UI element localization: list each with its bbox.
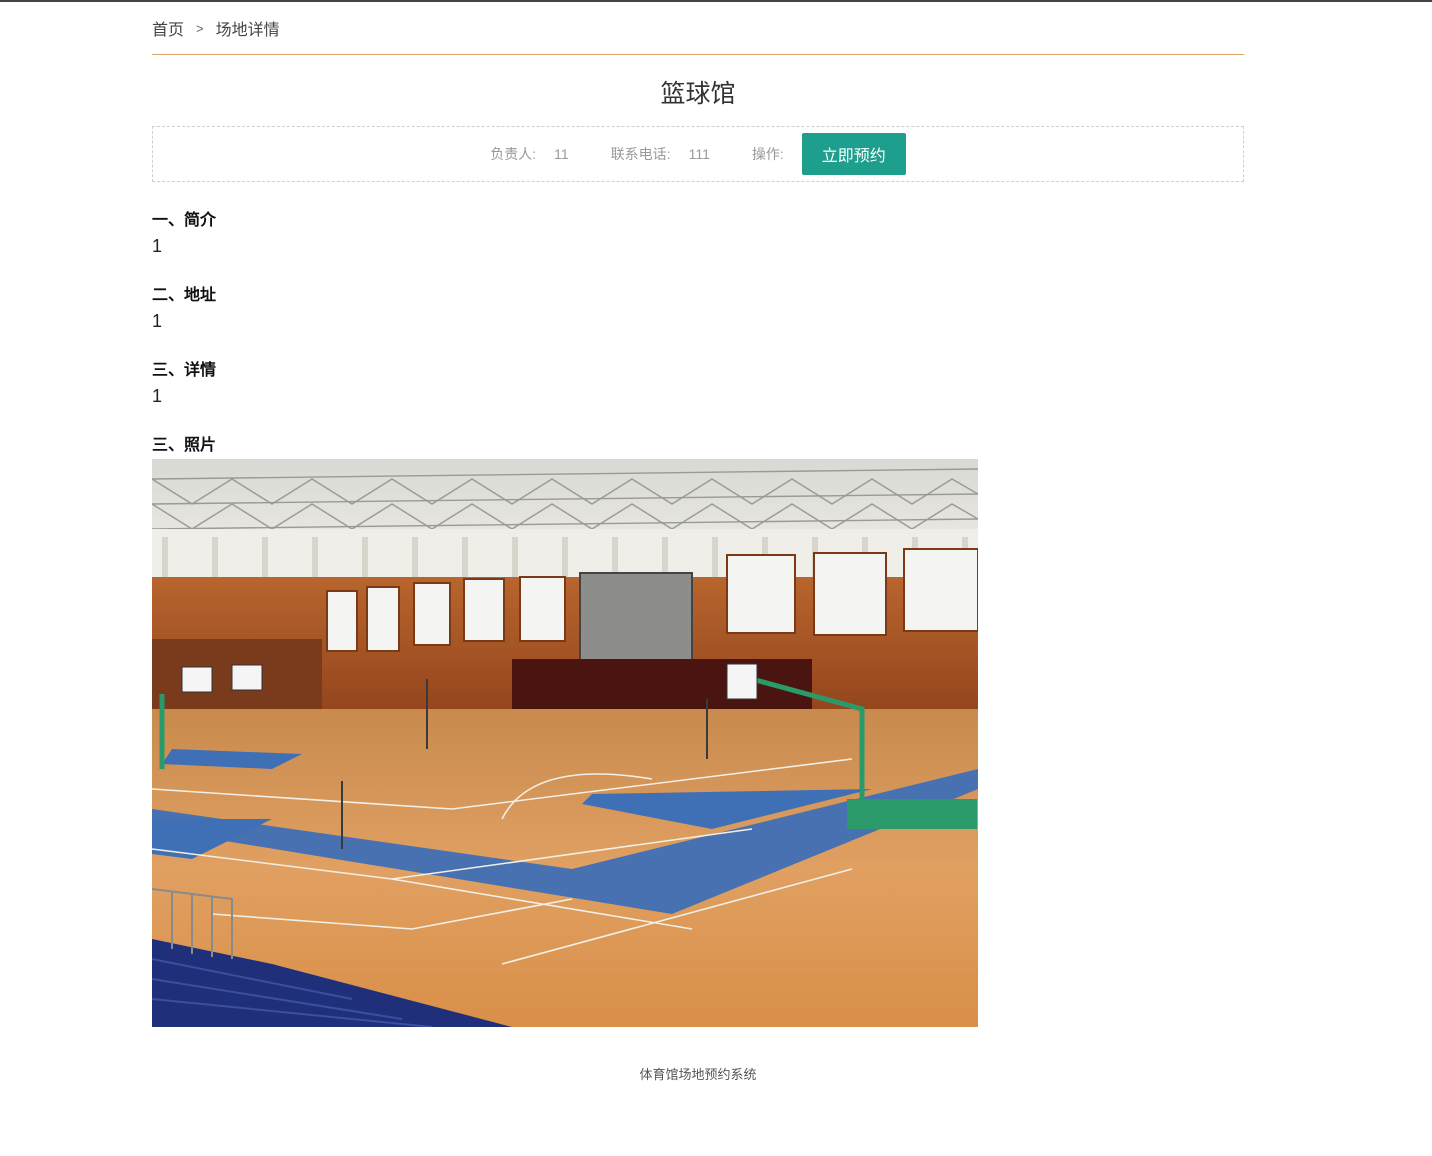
section-intro: 一、简介 1 (152, 209, 1244, 261)
section-details-heading: 三、详情 (152, 360, 217, 379)
section-details-body: 1 (152, 386, 163, 406)
section-photo-heading: 三、照片 (152, 435, 217, 454)
venue-photo (152, 459, 978, 1027)
section-address-heading: 二、地址 (152, 285, 217, 304)
breadcrumb-separator: > (196, 20, 204, 36)
section-address-body: 1 (152, 311, 163, 331)
section-intro-heading: 一、简介 (152, 210, 217, 229)
action-label: 操作: (751, 146, 784, 162)
page-container: 首页 > 场地详情 篮球馆 负责人: 11 联系电话: 111 操作: 立即预约… (152, 0, 1244, 1027)
manager-label: 负责人: (490, 146, 537, 162)
breadcrumb-current: 场地详情 (215, 22, 280, 39)
section-photo: 三、照片 (152, 434, 1244, 1027)
venue-title: 篮球馆 (660, 80, 736, 108)
section-details: 三、详情 1 (152, 359, 1244, 411)
section-intro-body: 1 (152, 236, 163, 256)
breadcrumb-home-link[interactable]: 首页 (152, 16, 184, 40)
section-address: 二、地址 1 (152, 284, 1244, 336)
phone-label: 联系电话: (610, 146, 671, 162)
phone-value: 111 (688, 146, 710, 162)
venue-info-bar: 负责人: 11 联系电话: 111 操作: 立即预约 (152, 126, 1244, 182)
footer-text: 体育馆场地预约系统 (639, 1067, 757, 1082)
manager-value: 11 (554, 146, 569, 162)
book-now-button[interactable]: 立即预约 (801, 133, 906, 175)
breadcrumb: 首页 > 场地详情 (152, 0, 1244, 55)
